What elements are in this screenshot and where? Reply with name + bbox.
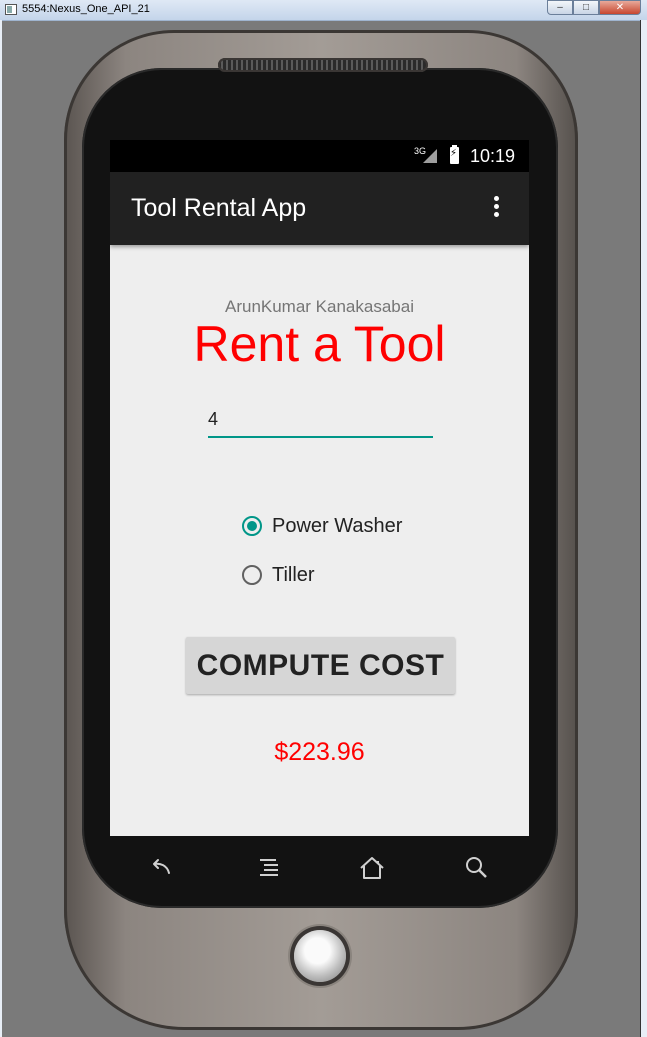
window-right-border xyxy=(640,20,647,1037)
compute-cost-button[interactable]: COMPUTE COST xyxy=(186,637,455,694)
device-screen: 3G 10:19 Tool Rental App ArunKumar Kanak… xyxy=(110,140,529,836)
status-bar: 3G 10:19 xyxy=(110,140,529,172)
app-title: Tool Rental App xyxy=(131,194,307,222)
page-title: Rent a Tool xyxy=(193,316,446,372)
radio-label: Power Washer xyxy=(272,514,403,537)
hardware-home-button[interactable] xyxy=(294,930,346,982)
more-vert-icon[interactable] xyxy=(492,196,500,222)
status-clock: 10:19 xyxy=(470,146,516,166)
search-icon[interactable] xyxy=(459,852,495,884)
radio-unselected-icon[interactable] xyxy=(242,565,262,585)
app-bar: Tool Rental App xyxy=(110,172,529,245)
radio-option-power-washer[interactable]: Power Washer xyxy=(242,512,402,540)
signal-icon xyxy=(423,149,437,163)
menu-icon[interactable] xyxy=(251,852,287,884)
battery-charging-icon xyxy=(450,145,459,164)
emulator-title-bar: 5554:Nexus_One_API_21 – □ ✕ xyxy=(0,0,647,21)
cost-result: $223.96 xyxy=(274,738,365,766)
radio-selected-icon[interactable] xyxy=(242,516,262,536)
radio-option-tiller[interactable]: Tiller xyxy=(242,561,315,589)
minimize-button[interactable]: – xyxy=(547,0,573,15)
home-icon[interactable] xyxy=(354,852,390,884)
window-title: 5554:Nexus_One_API_21 xyxy=(22,3,150,15)
back-icon[interactable] xyxy=(143,852,179,884)
window-controls: – □ ✕ xyxy=(547,0,641,15)
emulator-window-icon xyxy=(5,4,17,15)
author-name: ArunKumar Kanakasabai xyxy=(224,297,414,316)
quantity-input[interactable] xyxy=(208,402,433,438)
maximize-button[interactable]: □ xyxy=(573,0,599,15)
earpiece-speaker xyxy=(218,58,428,72)
close-button[interactable]: ✕ xyxy=(599,0,641,15)
window-left-border xyxy=(0,20,2,1037)
radio-label: Tiller xyxy=(272,563,315,586)
